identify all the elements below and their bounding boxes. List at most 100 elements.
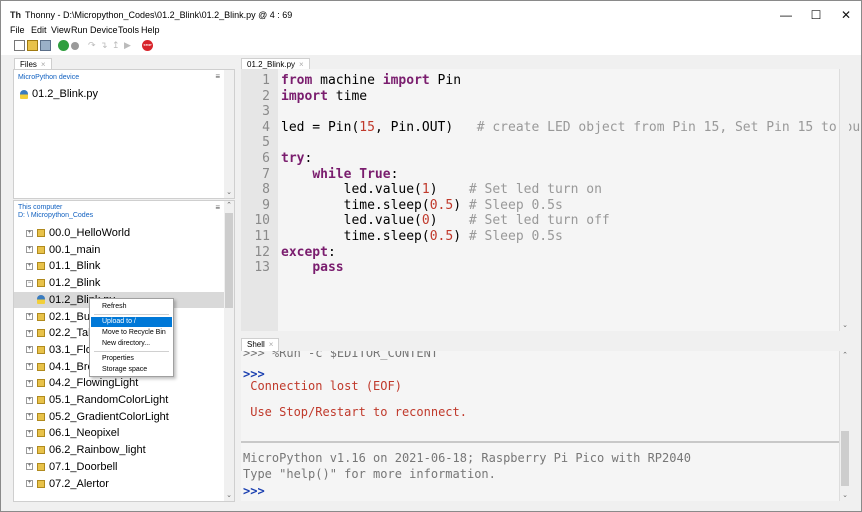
step-into-icon[interactable]: ↴ bbox=[100, 40, 111, 51]
code-token: import bbox=[281, 88, 328, 104]
expand-icon[interactable]: + bbox=[26, 346, 33, 354]
tree-folder-item[interactable]: +01.1_Blink bbox=[14, 258, 224, 274]
expand-icon[interactable]: + bbox=[26, 329, 33, 337]
expand-icon[interactable]: + bbox=[26, 313, 33, 320]
menu-device[interactable]: Device bbox=[90, 25, 118, 35]
code-line: try: bbox=[281, 151, 312, 166]
tree-item-label: 07.1_Doorbell bbox=[49, 460, 118, 473]
device-menu-icon[interactable]: ≡ bbox=[215, 72, 220, 81]
step-out-icon[interactable]: ↥ bbox=[112, 40, 123, 51]
menu-item-move-to-recycle-bin[interactable]: Move to Recycle Bin bbox=[91, 328, 172, 338]
expand-icon[interactable]: + bbox=[26, 379, 33, 387]
menu-item-refresh[interactable]: Refresh bbox=[91, 302, 172, 312]
tree-folder-item[interactable]: +04.2_FlowingLight bbox=[14, 375, 224, 391]
scroll-down-icon[interactable]: ⌄ bbox=[840, 321, 850, 329]
device-scrollbar[interactable]: ⌄ bbox=[224, 70, 234, 198]
close-icon[interactable]: × bbox=[41, 60, 46, 69]
python-file-icon bbox=[37, 295, 45, 305]
tree-folder-item[interactable]: +00.0_HelloWorld bbox=[14, 225, 224, 241]
run-icon[interactable] bbox=[58, 40, 69, 51]
code-token: except bbox=[281, 244, 328, 260]
shell-console[interactable]: >>> %Run -c $EDITOR_CONTENT >>> Connecti… bbox=[241, 351, 839, 501]
code-token: 0 bbox=[421, 213, 430, 229]
computer-menu-icon[interactable]: ≡ bbox=[215, 203, 220, 212]
tree-folder-item[interactable]: +07.2_Alertor bbox=[14, 476, 224, 492]
expand-icon[interactable]: + bbox=[26, 446, 33, 454]
code-line: except: bbox=[281, 245, 336, 260]
debug-icon[interactable] bbox=[71, 42, 79, 50]
expand-icon[interactable]: + bbox=[26, 480, 33, 487]
tree-folder-item[interactable]: +06.1_Neopixel bbox=[14, 425, 224, 441]
close-icon[interactable]: × bbox=[299, 60, 304, 69]
device-file-item[interactable]: 01.2_Blink.py bbox=[20, 86, 98, 102]
expand-icon[interactable]: + bbox=[26, 246, 33, 254]
editor-scrollbar[interactable]: ⌄ bbox=[839, 69, 849, 331]
menu-view[interactable]: View bbox=[51, 25, 70, 35]
shell-scrollbar[interactable]: ⌃ ⌄ bbox=[839, 351, 849, 501]
scroll-up-icon[interactable]: ⌃ bbox=[224, 201, 234, 209]
scrollbar-thumb[interactable] bbox=[841, 431, 849, 486]
scroll-down-icon[interactable]: ⌄ bbox=[224, 491, 234, 499]
tree-folder-item[interactable]: +06.2_Rainbow_light bbox=[14, 442, 224, 458]
code-token: # Set led turn off bbox=[468, 213, 610, 229]
tree-folder-item[interactable]: +00.1_main bbox=[14, 242, 224, 258]
expand-icon[interactable]: + bbox=[26, 463, 33, 471]
code-editor[interactable]: 1 2 3 4 5 6 7 8 9 10 11 12 13 from machine import Pi… bbox=[241, 69, 861, 331]
expand-icon[interactable]: + bbox=[26, 396, 33, 404]
expand-icon[interactable]: + bbox=[26, 429, 33, 437]
tree-folder-item[interactable]: +05.1_RandomColorLight bbox=[14, 392, 224, 408]
menu-tools[interactable]: Tools bbox=[118, 25, 139, 35]
expand-icon[interactable]: + bbox=[26, 363, 33, 371]
code-token: led = Pin( bbox=[281, 119, 360, 135]
tree-item-label: 06.2_Rainbow_light bbox=[49, 444, 146, 457]
menu-file[interactable]: File bbox=[10, 25, 25, 35]
menu-item-storage-space[interactable]: Storage space bbox=[91, 365, 172, 375]
code-token: led.value( bbox=[281, 182, 422, 198]
code-token: time.sleep( bbox=[281, 197, 430, 213]
tree-folder-item[interactable]: +07.1_Doorbell bbox=[14, 459, 224, 475]
close-button[interactable]: ✕ bbox=[831, 5, 861, 25]
save-icon[interactable] bbox=[40, 40, 51, 51]
tree-folder-item[interactable]: +05.2_GradientColorLight bbox=[14, 409, 224, 425]
code-token: # Sleep 0.5s bbox=[468, 197, 563, 213]
menu-help[interactable]: Help bbox=[141, 25, 160, 35]
expand-icon[interactable]: + bbox=[26, 262, 33, 270]
menu-bar: File Edit View Run Device Tools Help bbox=[1, 23, 861, 37]
computer-scrollbar[interactable]: ⌃ ⌄ bbox=[224, 201, 234, 501]
line-number: 12 bbox=[254, 244, 270, 260]
expand-icon[interactable]: + bbox=[26, 229, 33, 237]
menu-item-new-directory[interactable]: New directory... bbox=[91, 339, 172, 349]
expand-icon[interactable]: + bbox=[26, 413, 33, 421]
line-number: 11 bbox=[254, 229, 270, 244]
code-token: True bbox=[359, 166, 391, 182]
menu-edit[interactable]: Edit bbox=[31, 25, 47, 35]
scroll-down-icon[interactable]: ⌄ bbox=[224, 188, 234, 196]
collapse-icon[interactable]: − bbox=[26, 279, 33, 287]
tree-folder-item[interactable]: − 01.2_Blink bbox=[14, 275, 224, 291]
tree-item-label: 04.2_FlowingLight bbox=[49, 377, 139, 390]
close-icon[interactable]: × bbox=[269, 340, 274, 349]
code-line: pass bbox=[281, 260, 344, 276]
step-over-icon[interactable]: ↷ bbox=[88, 40, 99, 51]
menu-run[interactable]: Run bbox=[71, 25, 88, 35]
menu-item-upload[interactable]: Upload to / bbox=[91, 317, 172, 327]
scrollbar-thumb[interactable] bbox=[225, 213, 233, 308]
line-number: 5 bbox=[262, 135, 270, 151]
tab-files-label: Files bbox=[20, 60, 37, 69]
tab-shell[interactable]: Shell × bbox=[241, 338, 280, 351]
maximize-button[interactable]: ☐ bbox=[801, 5, 831, 25]
scroll-up-icon[interactable]: ⌃ bbox=[840, 351, 850, 359]
tree-item-label: 01.2_Blink bbox=[49, 277, 101, 290]
scroll-down-icon[interactable]: ⌄ bbox=[840, 491, 850, 499]
new-file-icon[interactable] bbox=[14, 40, 25, 51]
menu-item-properties[interactable]: Properties bbox=[91, 354, 172, 364]
resume-icon[interactable]: ▶ bbox=[124, 40, 135, 51]
thonny-app-icon: Th bbox=[10, 10, 21, 20]
code-line: import time bbox=[281, 89, 367, 104]
minimize-button[interactable]: — bbox=[771, 5, 801, 25]
open-file-icon[interactable] bbox=[27, 40, 38, 51]
code-token: # Set led turn on bbox=[468, 182, 602, 198]
code-token: pass bbox=[312, 260, 344, 276]
stop-icon[interactable]: STOP bbox=[142, 40, 153, 51]
